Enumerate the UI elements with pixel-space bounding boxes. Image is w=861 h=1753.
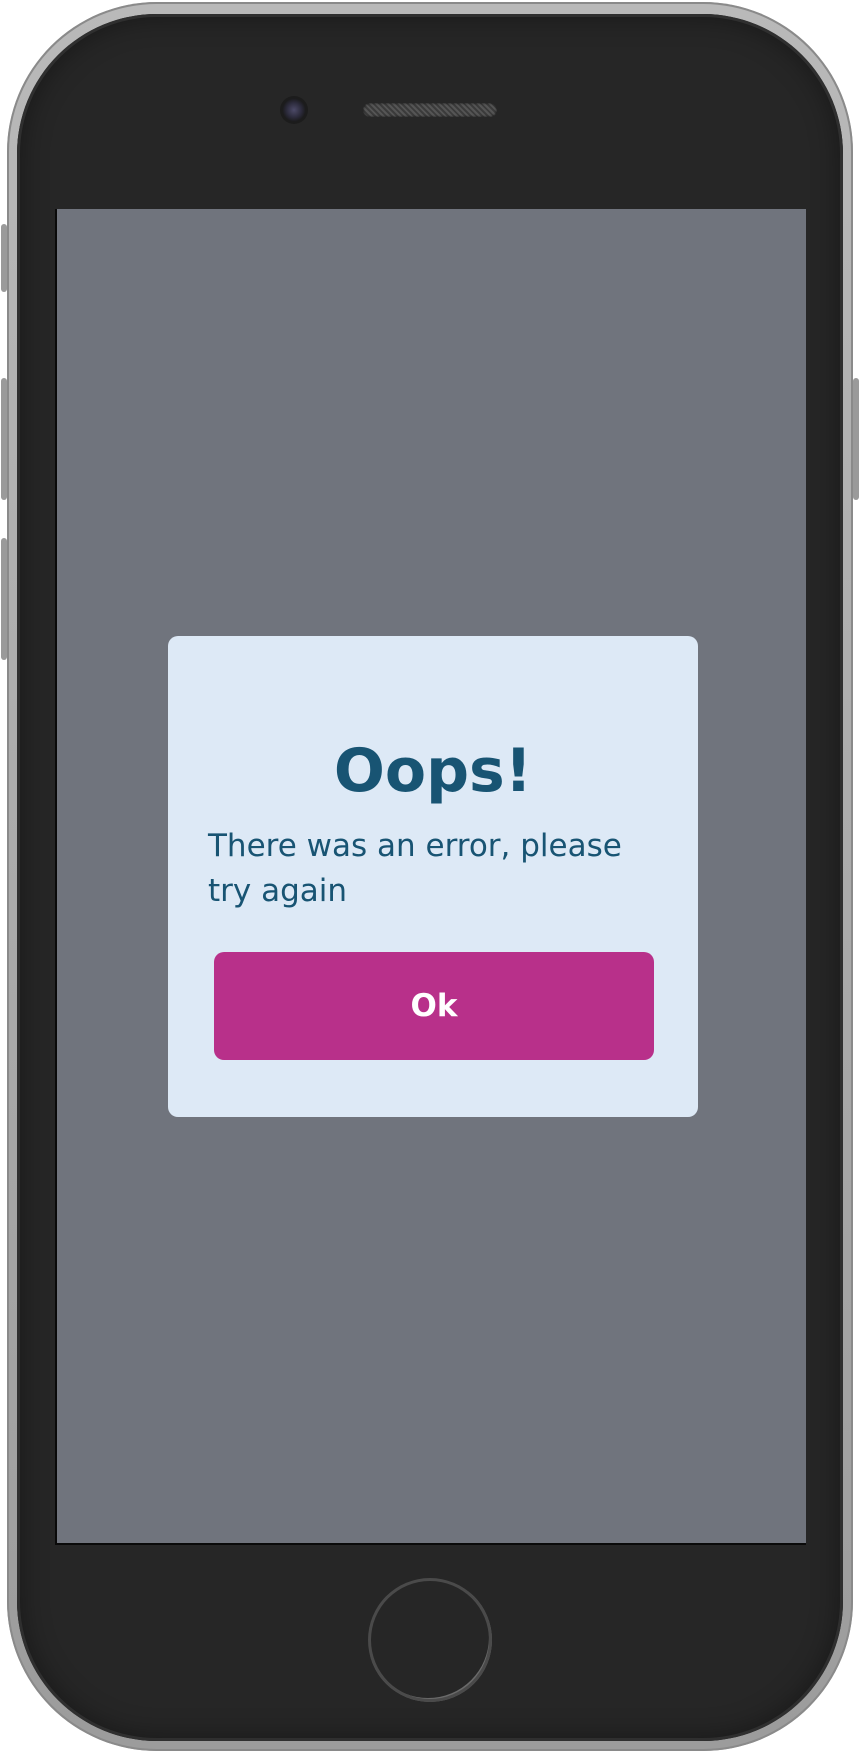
- home-button-icon[interactable]: [368, 1578, 492, 1702]
- volume-up-button: [1, 378, 7, 500]
- error-dialog: Oops! There was an error, please try aga…: [168, 636, 698, 1117]
- mute-switch: [1, 224, 7, 292]
- front-camera-icon: [282, 98, 306, 122]
- phone-screen: Oops! There was an error, please try aga…: [55, 209, 806, 1545]
- speaker-grille-icon: [363, 103, 497, 117]
- ok-button[interactable]: Ok: [214, 952, 654, 1060]
- volume-down-button: [1, 538, 7, 660]
- dialog-message: There was an error, please try again: [208, 828, 622, 909]
- power-button: [853, 378, 859, 500]
- dialog-title: Oops!: [333, 736, 533, 806]
